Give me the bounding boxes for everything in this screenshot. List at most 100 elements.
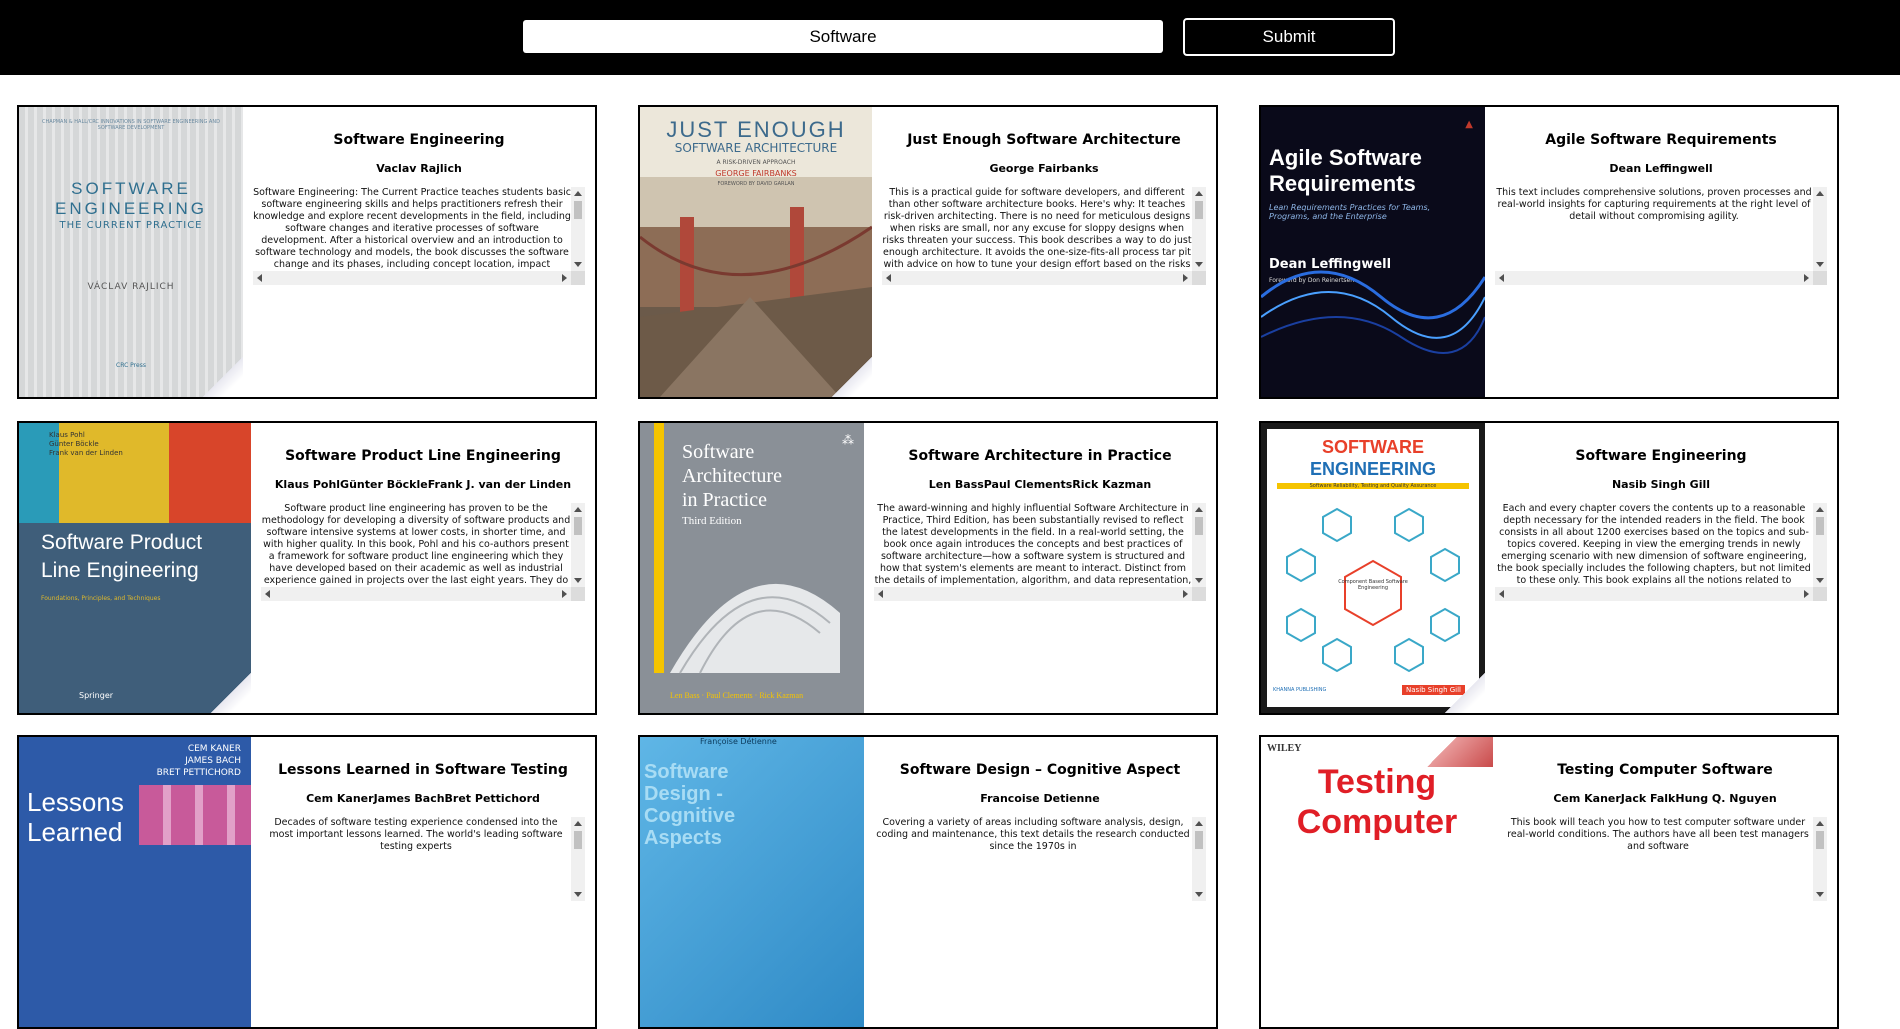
cover-title-line: Design - <box>644 783 723 805</box>
scroll-thumb[interactable] <box>1816 517 1824 535</box>
book-info: Just Enough Software Architecture George… <box>872 107 1216 397</box>
book-card: Françoise Détienne Software Design - Cog… <box>638 735 1218 1029</box>
scroll-left-icon[interactable] <box>265 590 270 598</box>
book-authors: Cem KanerJames BachBret Pettichord <box>306 792 540 805</box>
scroll-thumb[interactable] <box>1816 831 1824 849</box>
scroll-thumb[interactable] <box>574 517 582 535</box>
scroll-thumb[interactable] <box>574 831 582 849</box>
scroll-down-icon[interactable] <box>574 578 582 583</box>
horizontal-scrollbar[interactable] <box>1495 271 1813 285</box>
book-cover: ▲ Agile Software Requirements Lean Requi… <box>1261 107 1485 397</box>
scroll-up-icon[interactable] <box>1816 191 1824 196</box>
vertical-scrollbar[interactable] <box>1192 817 1206 901</box>
vertical-scrollbar[interactable] <box>1192 187 1206 271</box>
scroll-up-icon[interactable] <box>1195 191 1203 196</box>
description-box[interactable]: This text includes comprehensive solutio… <box>1495 187 1827 287</box>
scroll-down-icon[interactable] <box>1816 262 1824 267</box>
cover-publisher: Springer <box>79 691 114 700</box>
scroll-up-icon[interactable] <box>1195 507 1203 512</box>
description-box[interactable]: This book will teach you how to test com… <box>1503 817 1827 917</box>
cover-title-line: Aspects <box>644 827 722 849</box>
scroll-right-icon[interactable] <box>562 590 567 598</box>
horizontal-scrollbar[interactable] <box>1495 587 1813 601</box>
cover-subtitle: A RISK-DRIVEN APPROACH <box>716 159 796 166</box>
vertical-scrollbar[interactable] <box>571 503 585 587</box>
scroll-thumb[interactable] <box>1195 201 1203 219</box>
scroll-corner <box>1813 587 1827 601</box>
horizontal-scrollbar[interactable] <box>261 587 571 601</box>
book-info: Software Architecture in Practice Len Ba… <box>864 423 1216 713</box>
scroll-down-icon[interactable] <box>1195 892 1203 897</box>
vertical-scrollbar[interactable] <box>571 187 585 271</box>
vertical-scrollbar[interactable] <box>1192 503 1206 587</box>
scroll-corner <box>1192 271 1206 285</box>
cover-author: Françoise Détienne <box>700 737 777 746</box>
scroll-thumb[interactable] <box>1195 517 1203 535</box>
description-box[interactable]: The award-winning and highly influential… <box>874 503 1206 603</box>
page-curl <box>832 357 872 397</box>
scroll-down-icon[interactable] <box>574 892 582 897</box>
description-box[interactable]: Software Engineering: The Current Practi… <box>253 187 585 287</box>
book-info: Software Product Line Engineering Klaus … <box>251 423 595 713</box>
cover-title-line: Learned <box>27 817 123 847</box>
scroll-up-icon[interactable] <box>1816 507 1824 512</box>
scroll-up-icon[interactable] <box>1195 821 1203 826</box>
vertical-scrollbar[interactable] <box>1813 503 1827 587</box>
scroll-down-icon[interactable] <box>574 262 582 267</box>
description-box[interactable]: Covering a variety of areas including so… <box>874 817 1206 917</box>
scroll-thumb[interactable] <box>1195 831 1203 849</box>
publisher-logo-icon: ▲ <box>1465 119 1473 130</box>
scroll-corner <box>1813 271 1827 285</box>
cover-panel: SOFTWARE ENGINEERING Software Reliabilit… <box>1267 429 1479 707</box>
cover-authors-text: CEM KANER JAMES BACH BRET PETTICHORD <box>156 744 241 778</box>
scroll-right-icon[interactable] <box>1804 590 1809 598</box>
cover-title-line: Requirements <box>1269 171 1416 196</box>
scroll-corner <box>571 271 585 285</box>
scroll-thumb[interactable] <box>574 201 582 219</box>
horizontal-scrollbar[interactable] <box>874 587 1192 601</box>
book-title: Software Engineering <box>1575 448 1747 464</box>
scroll-left-icon[interactable] <box>878 590 883 598</box>
page-curl <box>1445 673 1485 713</box>
scroll-right-icon[interactable] <box>562 274 567 282</box>
cover-authors-text: Klaus Pohl Günter Böckle Frank van der L… <box>49 431 123 457</box>
scroll-down-icon[interactable] <box>1816 578 1824 583</box>
scroll-corner <box>1192 587 1206 601</box>
cover-decoration <box>139 785 251 845</box>
description-box[interactable]: This is a practical guide for software d… <box>882 187 1206 287</box>
description-box[interactable]: Decades of software testing experience c… <box>261 817 585 917</box>
scroll-up-icon[interactable] <box>574 821 582 826</box>
vertical-scrollbar[interactable] <box>571 817 585 901</box>
scroll-right-icon[interactable] <box>1183 274 1188 282</box>
scroll-right-icon[interactable] <box>1804 274 1809 282</box>
book-authors: Francoise Detienne <box>980 792 1100 805</box>
cover-title-line: in Practice <box>682 489 767 511</box>
cover-subtitle: Software Reliability, Testing and Qualit… <box>1277 483 1469 489</box>
description-box[interactable]: Each and every chapter covers the conten… <box>1495 503 1827 603</box>
scroll-up-icon[interactable] <box>574 507 582 512</box>
submit-button[interactable]: Submit <box>1183 18 1395 56</box>
book-info: Agile Software Requirements Dean Leffing… <box>1485 107 1837 397</box>
scroll-right-icon[interactable] <box>1183 590 1188 598</box>
vertical-scrollbar[interactable] <box>1813 187 1827 271</box>
book-authors: George Fairbanks <box>989 162 1099 175</box>
scroll-left-icon[interactable] <box>886 274 891 282</box>
book-authors: Len BassPaul ClementsRick Kazman <box>928 478 1152 491</box>
page-curl <box>211 673 251 713</box>
scroll-left-icon[interactable] <box>1499 274 1504 282</box>
scroll-up-icon[interactable] <box>1816 821 1824 826</box>
book-description: Each and every chapter covers the conten… <box>1497 503 1811 586</box>
scroll-left-icon[interactable] <box>1499 590 1504 598</box>
scroll-up-icon[interactable] <box>574 191 582 196</box>
book-info: Software Engineering Vaclav Rajlich Soft… <box>243 107 595 397</box>
book-cover: WILEY Testing Computer <box>1261 737 1493 1027</box>
horizontal-scrollbar[interactable] <box>253 271 571 285</box>
scroll-down-icon[interactable] <box>1816 892 1824 897</box>
scroll-down-icon[interactable] <box>1195 578 1203 583</box>
scroll-down-icon[interactable] <box>1195 262 1203 267</box>
horizontal-scrollbar[interactable] <box>882 271 1192 285</box>
scroll-left-icon[interactable] <box>257 274 262 282</box>
vertical-scrollbar[interactable] <box>1813 817 1827 901</box>
search-input[interactable] <box>523 20 1163 53</box>
description-box[interactable]: Software product line engineering has pr… <box>261 503 585 603</box>
